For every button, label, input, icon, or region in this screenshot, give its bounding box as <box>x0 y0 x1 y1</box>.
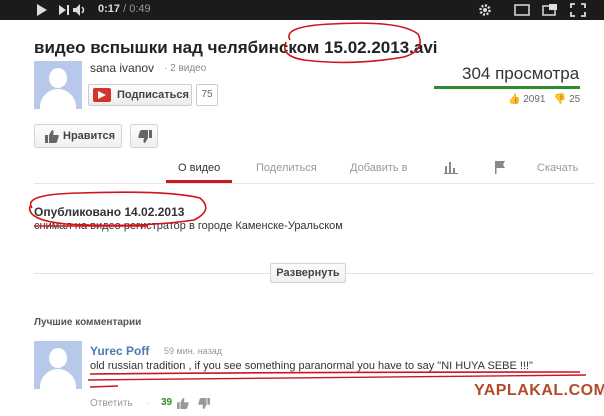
thumbs-down-icon[interactable] <box>198 398 210 409</box>
video-description: снимал на видео регистратор в городе Кам… <box>34 220 343 232</box>
view-count: 304 просмотра <box>462 64 580 83</box>
youtube-logo-icon <box>93 88 111 102</box>
subscribe-label: Подписаться <box>117 89 189 101</box>
volume-icon[interactable] <box>72 3 88 17</box>
fullscreen-icon[interactable] <box>570 3 586 17</box>
time-separator: / <box>120 3 130 15</box>
thumbs-down-icon <box>138 130 152 143</box>
watermark-logo: YAPLAKAL.COM <box>474 382 604 399</box>
flag-icon[interactable] <box>494 160 506 174</box>
channel-video-count[interactable]: · 2 видео <box>164 63 206 74</box>
settings-icon[interactable] <box>478 3 492 17</box>
total-time: 0:49 <box>129 3 151 15</box>
dislike-count: 25 <box>569 94 581 105</box>
reply-link[interactable]: Ответить <box>90 398 133 409</box>
tab-about[interactable]: О видео <box>178 162 220 174</box>
player-controls: 0:17 / 0:49 <box>0 0 604 20</box>
tab-download[interactable]: Скачать <box>537 162 578 174</box>
avatar-body-shape <box>40 89 76 109</box>
like-count: 2091 <box>523 94 546 105</box>
comment-underline-3 <box>89 385 119 388</box>
thumbs-up-icon[interactable] <box>177 398 189 409</box>
skip-icon[interactable] <box>58 3 70 17</box>
expand-button[interactable]: Развернуть <box>270 263 346 283</box>
stats-icon[interactable] <box>444 160 458 174</box>
thumbs-up-icon <box>45 130 59 143</box>
publish-date: Опубликовано 14.02.2013 <box>34 205 185 219</box>
tab-add-to[interactable]: Добавить в <box>350 162 408 174</box>
avatar-placeholder-icon <box>49 348 67 368</box>
time-display: 0:17 / 0:49 <box>98 3 151 15</box>
channel-name-link[interactable]: sana ivanov <box>90 61 154 75</box>
current-time: 0:17 <box>98 3 121 15</box>
thumbs-up-icon: 👍 <box>508 94 521 105</box>
comment-meta-dot: · <box>146 398 150 409</box>
play-icon[interactable] <box>36 3 48 17</box>
like-button[interactable]: Нравится <box>34 124 122 148</box>
like-ratio-bar <box>434 86 580 89</box>
comment-avatar[interactable] <box>34 341 82 389</box>
window-icon[interactable] <box>514 3 530 17</box>
comment-like-count: 39 <box>161 397 173 408</box>
dislike-button[interactable] <box>130 124 158 148</box>
popout-icon[interactable] <box>542 3 558 17</box>
comment-timestamp: 59 мин. назад <box>164 346 222 356</box>
channel-avatar[interactable] <box>34 61 82 109</box>
avatar-body-shape <box>40 369 76 389</box>
thumbs-down-icon: 👎 <box>553 94 567 105</box>
likes-dislikes-summary: 👍 2091 👎 25 <box>508 94 580 105</box>
tabs-divider <box>34 183 594 184</box>
avatar-placeholder-icon <box>49 68 67 88</box>
video-title: видео вспышки над челябинском 15.02.2013… <box>34 38 438 57</box>
comment-underline-2 <box>87 374 587 381</box>
comment-text: old russian tradition , if you see somet… <box>90 360 533 372</box>
subscribe-button[interactable]: Подписаться <box>88 84 192 106</box>
comment-author-link[interactable]: Yurec Poff <box>90 344 149 358</box>
like-label: Нравится <box>63 130 116 142</box>
subscriber-count: 75 <box>196 84 218 106</box>
comments-heading: Лучшие комментарии <box>34 317 142 328</box>
tab-share[interactable]: Поделиться <box>256 162 317 174</box>
